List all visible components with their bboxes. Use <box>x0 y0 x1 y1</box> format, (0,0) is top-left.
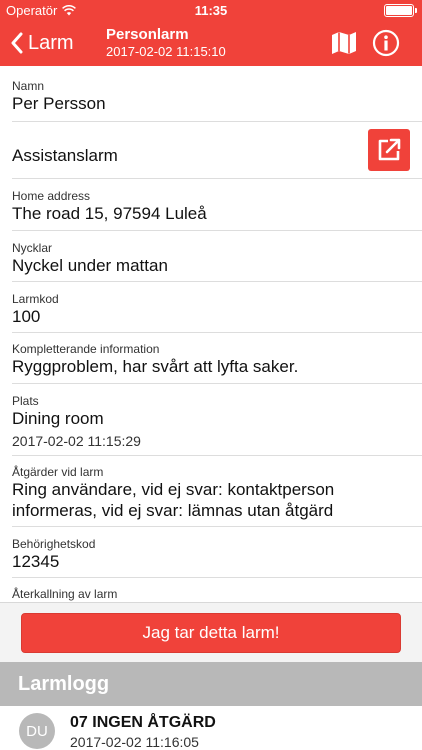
page-title: Personlarm <box>106 26 189 43</box>
name-field: Namn Per Persson <box>12 66 422 122</box>
home-address-label: Home address <box>12 189 91 203</box>
navigation-bar: Larm Personlarm 2017-02-02 11:15:10 <box>0 20 422 66</box>
keys-value: Nyckel under mattan <box>12 256 168 275</box>
actions-label: Åtgärder vid larm <box>12 465 104 479</box>
back-button[interactable]: Larm <box>10 28 74 58</box>
alarm-code-value: 100 <box>12 307 41 326</box>
home-address-field: Home address The road 15, 97594 Luleå <box>12 179 422 231</box>
back-label: Larm <box>28 31 74 54</box>
log-item[interactable]: DU 07 INGEN ÅTGÄRD 2017-02-02 11:16:05 <box>0 706 422 750</box>
page-subtitle: 2017-02-02 11:15:10 <box>106 44 226 59</box>
alarm-type-value: Assistanslarm <box>12 146 118 165</box>
location-field: Plats Dining room 2017-02-02 11:15:29 <box>12 384 422 456</box>
clock: 11:35 <box>194 3 228 18</box>
actions-value: Ring användare, vid ej svar: kontaktpers… <box>12 480 335 520</box>
auth-code-label: Behörighetskod <box>12 537 96 551</box>
alarm-type-field: Assistanslarm <box>12 122 422 179</box>
battery-icon <box>384 4 417 17</box>
name-label: Namn <box>12 79 45 93</box>
additional-info-field: Kompletterande information Ryggproblem, … <box>12 333 422 384</box>
log-item-title: 07 INGEN ÅTGÄRD <box>70 714 216 731</box>
name-value: Per Persson <box>12 94 106 113</box>
auth-code-value: 12345 <box>12 552 60 571</box>
action-bar: Jag tar detta larm! <box>0 602 422 662</box>
map-icon[interactable] <box>331 31 357 55</box>
status-bar: Operatör 11:35 <box>0 0 422 20</box>
home-address-value: The road 15, 97594 Luleå <box>12 204 207 223</box>
location-timestamp: 2017-02-02 11:15:29 <box>12 433 141 449</box>
open-external-icon <box>378 138 401 161</box>
open-external-button[interactable] <box>368 129 410 171</box>
recall-field: Återkallning av larm <box>12 578 422 602</box>
alarm-code-field: Larmkod 100 <box>12 282 422 333</box>
location-label: Plats <box>12 394 39 408</box>
avatar: DU <box>19 713 55 749</box>
additional-info-label: Kompletterande information <box>12 342 160 356</box>
location-value: Dining room <box>12 409 104 428</box>
alarm-code-label: Larmkod <box>12 292 59 306</box>
log-item-time: 2017-02-02 11:16:05 <box>70 734 199 750</box>
additional-info-value: Ryggproblem, har svårt att lyfta saker. <box>12 357 299 376</box>
alarm-log-header: Larmlogg <box>0 662 422 706</box>
chevron-left-icon <box>11 32 23 54</box>
keys-label: Nycklar <box>12 241 53 255</box>
info-icon[interactable] <box>372 29 400 57</box>
keys-field: Nycklar Nyckel under mattan <box>12 231 422 282</box>
take-alarm-button[interactable]: Jag tar detta larm! <box>21 613 401 653</box>
auth-code-field: Behörighetskod 12345 <box>12 527 422 578</box>
recall-label: Återkallning av larm <box>12 587 118 601</box>
alarm-details[interactable]: Namn Per Persson Assistanslarm Home addr… <box>0 66 422 602</box>
actions-field: Åtgärder vid larm Ring användare, vid ej… <box>12 456 422 527</box>
